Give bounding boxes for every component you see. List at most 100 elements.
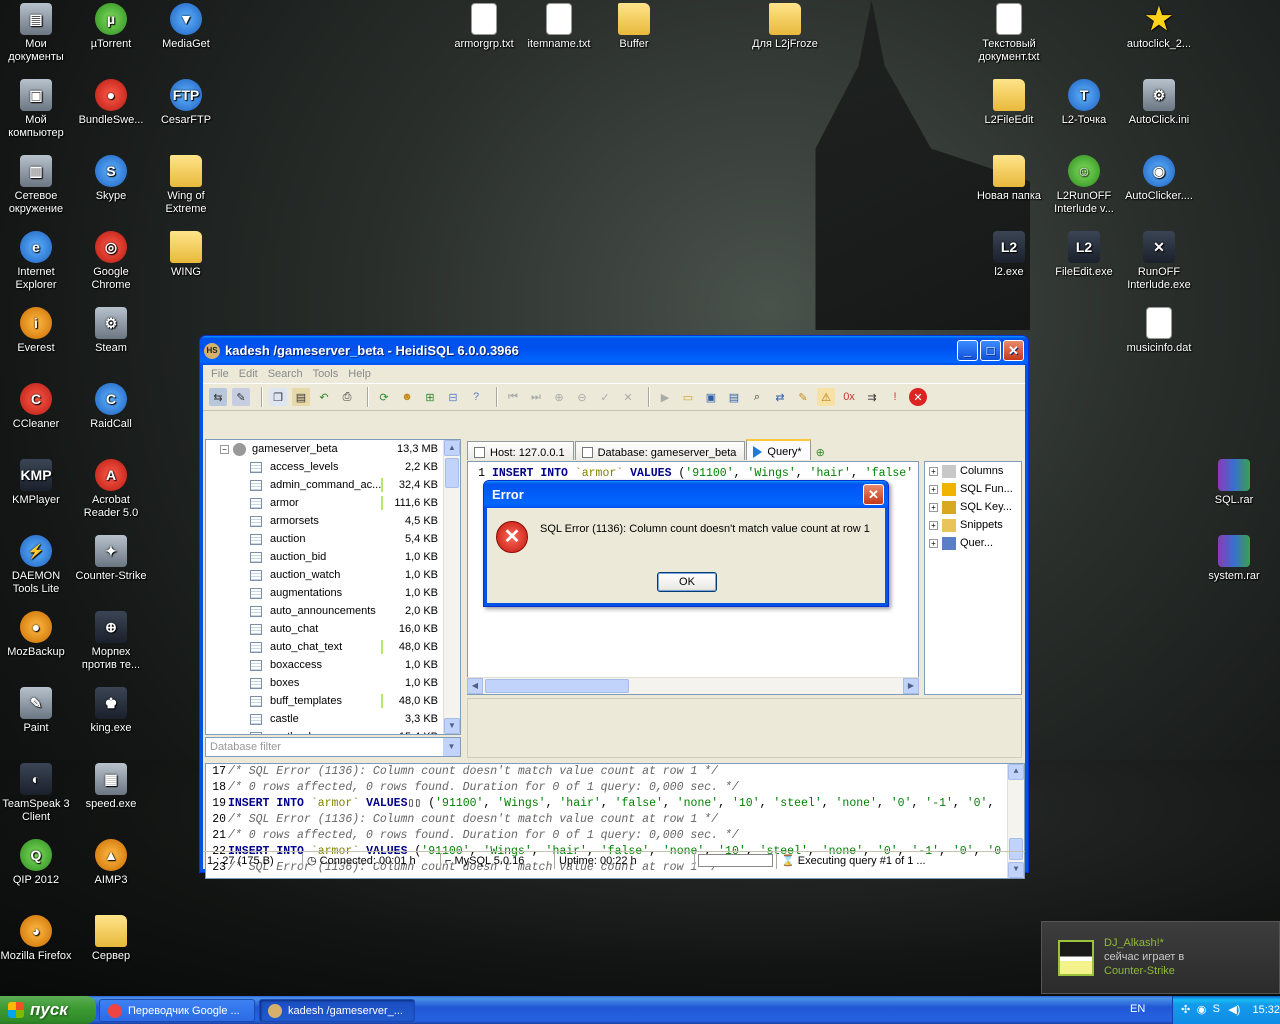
language-indicator[interactable]: EN	[1130, 1003, 1145, 1015]
scroll-up-icon[interactable]: ▲	[1008, 764, 1024, 780]
desktop-icon-paint[interactable]: ✎ Paint	[0, 687, 74, 735]
tree-item-table[interactable]: armorsets 4,5 KB	[206, 512, 460, 530]
tab-database[interactable]: Database: gameserver_beta	[574, 441, 746, 460]
save-sql-snippet-icon[interactable]: ▤	[725, 388, 743, 406]
tree-item-table[interactable]: access_levels 2,2 KB	[206, 458, 460, 476]
tree-item-table[interactable]: auto_chat 16,0 KB	[206, 620, 460, 638]
user-manager-icon[interactable]: ☻	[398, 388, 416, 406]
tree-item-table[interactable]: buff_templates 48,0 KB	[206, 692, 460, 710]
tree-item-table[interactable]: auto_chat_text 48,0 KB	[206, 638, 460, 656]
desktop-icon-steam[interactable]: ⚙ Steam	[73, 307, 149, 355]
execute-query-icon[interactable]: ▶	[656, 388, 674, 406]
stop-icon[interactable]: !	[886, 388, 904, 406]
expand-icon[interactable]: +	[929, 502, 938, 512]
scroll-up-icon[interactable]: ▲	[444, 440, 460, 456]
desktop-icon-new-folder[interactable]: Новая папка	[971, 155, 1047, 203]
cancel-query-icon[interactable]: ✕	[909, 388, 927, 406]
network-icon[interactable]: ✣	[1181, 1003, 1193, 1017]
desktop-icon-raidcall[interactable]: C RaidCall	[73, 383, 149, 431]
desktop-icon-mediaget[interactable]: ▼ MediaGet	[148, 3, 224, 51]
disconnect-icon[interactable]: ✎	[232, 388, 250, 406]
database-filter-input[interactable]: Database filter ▼	[205, 737, 461, 757]
open-sql-file-icon[interactable]: ▭	[679, 388, 697, 406]
copy-icon[interactable]: ❐	[269, 388, 287, 406]
helper-item[interactable]: + SQL Fun...	[925, 480, 1021, 498]
tree-item-table[interactable]: admin_command_ac... 32,4 KB	[206, 476, 460, 494]
wrap-icon[interactable]: ⇉	[863, 388, 881, 406]
desktop-icon-wing-of-extreme[interactable]: Wing of Extreme	[148, 155, 224, 216]
desktop-icon-cesarftp[interactable]: FTP CesarFTP	[148, 79, 224, 127]
desktop-icon-king-exe[interactable]: ♚ king.exe	[73, 687, 149, 735]
delete-record-icon[interactable]: ⊖	[573, 388, 591, 406]
desktop-icon-musicinfo[interactable]: musicinfo.dat	[1121, 307, 1197, 355]
desktop-icon-system-rar[interactable]: system.rar	[1196, 535, 1272, 583]
last-record-icon[interactable]: ⏭	[527, 388, 545, 406]
desktop-icon-l2fileedit[interactable]: L2FileEdit	[971, 79, 1047, 127]
desktop-icon-daemon-tools[interactable]: ⚡ DAEMON Tools Lite	[0, 535, 74, 596]
first-record-icon[interactable]: ⏮	[504, 388, 522, 406]
tree-scrollbar[interactable]: ▲ ▼	[443, 440, 460, 734]
desktop-icon-wing[interactable]: WING	[148, 231, 224, 279]
desktop-icon-fileedit-exe[interactable]: L2 FileEdit.exe	[1046, 231, 1122, 279]
desktop-icon-text-doc[interactable]: Текстовый документ.txt	[971, 3, 1047, 64]
insert-record-icon[interactable]: ⊕	[550, 388, 568, 406]
dialog-titlebar[interactable]: Error ✕	[484, 481, 888, 508]
desktop-icon-l2-tochka[interactable]: T L2-Точка	[1046, 79, 1122, 127]
volume-icon[interactable]: ◀)	[1228, 1003, 1240, 1017]
desktop-icon-counter-strike[interactable]: ✦ Counter-Strike	[73, 535, 149, 583]
collapse-icon[interactable]: −	[220, 444, 229, 454]
start-button[interactable]: пуск	[0, 996, 96, 1024]
scroll-thumb[interactable]	[485, 679, 629, 693]
desktop-icon-network[interactable]: ▥ Сетевое окружение	[0, 155, 74, 216]
post-record-icon[interactable]: ✓	[596, 388, 614, 406]
desktop-icon-for-l2jfroze[interactable]: Для L2jFroze	[747, 3, 823, 51]
clock[interactable]: 15:32	[1252, 1004, 1280, 1016]
undo-icon[interactable]: ↶	[315, 388, 333, 406]
chevron-down-icon[interactable]: ▼	[443, 738, 460, 756]
desktop-icon-ccleaner[interactable]: C CCleaner	[0, 383, 74, 431]
steam-notification[interactable]: DJ_Alkash!* сейчас играет в Counter-Stri…	[1041, 921, 1280, 994]
tree-item-table[interactable]: boxes 1,0 KB	[206, 674, 460, 692]
menu-edit[interactable]: Edit	[234, 368, 263, 380]
desktop-icon-server[interactable]: Сервер	[73, 915, 149, 963]
helper-item[interactable]: + Snippets	[925, 516, 1021, 534]
desktop-icon-morpheus[interactable]: ⊕ Морпех против те...	[73, 611, 149, 672]
desktop-icon-utorrent[interactable]: µ µTorrent	[73, 3, 149, 51]
close-button[interactable]: ✕	[1003, 340, 1024, 361]
editor-code-line[interactable]: INSERT INTO `armor` VALUES ('91100', 'Wi…	[492, 467, 913, 480]
menu-search[interactable]: Search	[263, 368, 308, 380]
expand-icon[interactable]: +	[929, 484, 938, 494]
export-icon[interactable]: ⊞	[421, 388, 439, 406]
desktop-icon-internet-explorer[interactable]: e Internet Explorer	[0, 231, 74, 292]
clear-icon[interactable]: 0x	[840, 388, 858, 406]
helper-item[interactable]: + SQL Key...	[925, 498, 1021, 516]
tree-item-table[interactable]: auction_bid 1,0 KB	[206, 548, 460, 566]
desktop-icon-autoclick-ini[interactable]: ⚙ AutoClick.ini	[1121, 79, 1197, 127]
tree-root-database[interactable]: − gameserver_beta 13,3 MB	[206, 440, 460, 458]
scroll-right-icon[interactable]: ▶	[903, 678, 919, 694]
scroll-thumb[interactable]	[445, 458, 459, 488]
print-icon[interactable]: ⎙	[338, 388, 356, 406]
editor-horizontal-scrollbar[interactable]: ◀ ▶	[467, 677, 919, 694]
taskbar-button[interactable]: Переводчик Google ...	[99, 999, 255, 1022]
connect-icon[interactable]: ⇆	[209, 388, 227, 406]
database-tree[interactable]: − gameserver_beta 13,3 MB access_levels 2…	[205, 439, 461, 735]
help-icon[interactable]: ?	[467, 388, 485, 406]
new-query-tab-icon[interactable]: ⊕	[812, 441, 829, 460]
ok-button[interactable]: OK	[657, 572, 717, 592]
tree-item-table[interactable]: castle_door15,4 KB	[206, 728, 460, 734]
desktop-icon-google-chrome[interactable]: ◎ Google Chrome	[73, 231, 149, 292]
tree-item-table[interactable]: boxaccess 1,0 KB	[206, 656, 460, 674]
taskbar-button[interactable]: kadesh /gameserver_...	[259, 999, 415, 1022]
warning-icon[interactable]: ⚠	[817, 388, 835, 406]
maximize-button[interactable]: □	[980, 340, 1001, 361]
desktop-icon-aimp3[interactable]: ▲ AIMP3	[73, 839, 149, 887]
expand-icon[interactable]: +	[929, 538, 938, 548]
menu-help[interactable]: Help	[343, 368, 376, 380]
desktop-icon-my-documents[interactable]: ▤ Мои документы	[0, 3, 74, 64]
desktop-icon-sql-rar[interactable]: SQL.rar	[1196, 459, 1272, 507]
desktop-icon-buffer[interactable]: Buffer	[596, 3, 672, 51]
desktop-icon-autoclick-2[interactable]: ★ autoclick_2...	[1121, 3, 1197, 51]
tree-item-table[interactable]: auction 5,4 KB	[206, 530, 460, 548]
refresh-icon[interactable]: ⟳	[375, 388, 393, 406]
